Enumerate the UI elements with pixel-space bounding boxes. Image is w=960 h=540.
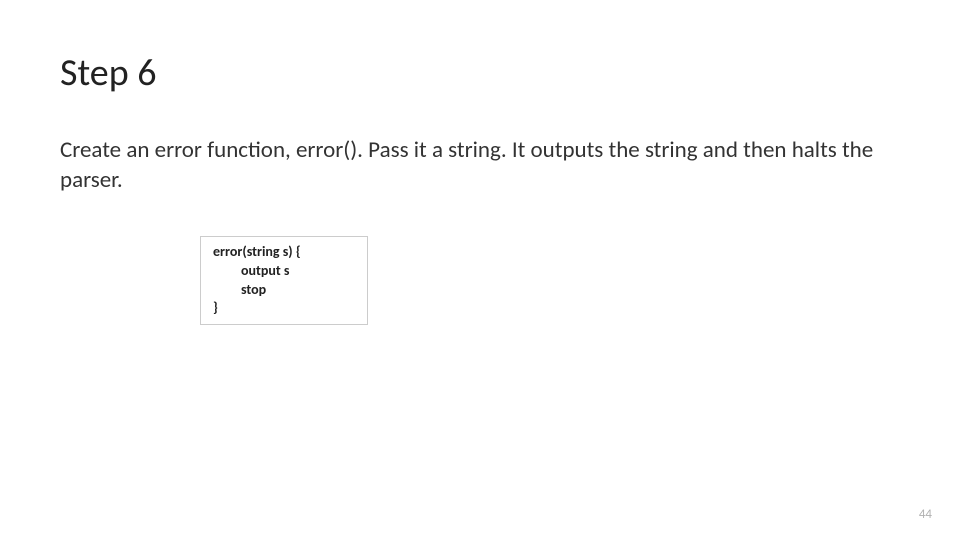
code-box: error(string s) { output s stop }: [200, 236, 368, 326]
slide-container: Step 6 Create an error function, error()…: [0, 0, 960, 540]
slide-title: Step 6: [60, 50, 900, 96]
code-line-1: error(string s) {: [213, 243, 355, 262]
code-line-4: }: [213, 299, 355, 318]
page-number: 44: [919, 507, 932, 522]
slide-body-text: Create an error function, error(). Pass …: [60, 136, 900, 196]
code-line-3: stop: [213, 281, 355, 300]
code-line-2: output s: [213, 262, 355, 281]
